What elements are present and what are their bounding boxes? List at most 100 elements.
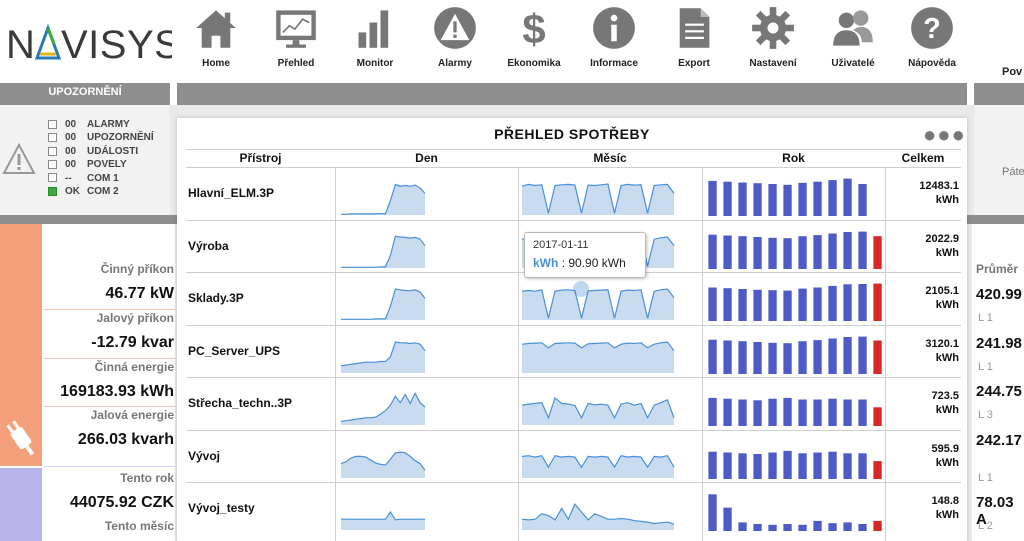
year-bar[interactable] <box>768 524 777 531</box>
column-header-year[interactable]: Rok <box>702 151 885 167</box>
alert-row[interactable]: 00 ALARMY <box>48 119 130 132</box>
year-bar[interactable] <box>873 520 882 531</box>
year-bar[interactable] <box>858 399 867 427</box>
year-bar[interactable] <box>858 184 867 216</box>
month-area-chart[interactable] <box>520 330 676 376</box>
month-area-chart[interactable] <box>520 487 676 533</box>
nav-item-alarmy[interactable]: Alarmy <box>415 0 495 78</box>
nav-item-ekonomika[interactable]: $ Ekonomika <box>494 0 574 78</box>
day-area-chart[interactable] <box>339 225 427 271</box>
year-bar-chart[interactable] <box>705 225 885 270</box>
year-bar[interactable] <box>708 339 717 374</box>
year-bar-chart[interactable] <box>705 435 885 480</box>
year-bar[interactable] <box>843 231 852 269</box>
month-area-chart[interactable] <box>520 382 676 428</box>
column-header-device[interactable]: Přístroj <box>186 151 335 167</box>
year-bar[interactable] <box>798 340 807 374</box>
year-bar-chart[interactable] <box>705 382 885 427</box>
year-bar[interactable] <box>798 235 807 269</box>
year-bar[interactable] <box>843 522 852 531</box>
day-area-chart[interactable] <box>339 382 427 428</box>
nav-item-export[interactable]: Export <box>654 0 734 78</box>
year-bar[interactable] <box>738 235 747 269</box>
year-bar[interactable] <box>768 452 777 479</box>
year-bar-chart[interactable] <box>705 330 885 375</box>
year-bar[interactable] <box>858 231 867 269</box>
year-bar[interactable] <box>723 507 732 531</box>
alert-row[interactable]: -- COM 1 <box>48 173 119 186</box>
year-bar[interactable] <box>798 399 807 427</box>
year-bar[interactable] <box>843 284 852 321</box>
year-bar-chart[interactable] <box>705 487 885 532</box>
year-bar[interactable] <box>738 399 747 427</box>
year-bar[interactable] <box>813 234 822 269</box>
year-bar[interactable] <box>813 181 822 216</box>
year-bar[interactable] <box>753 183 762 216</box>
day-area-chart[interactable] <box>339 435 427 481</box>
nav-item-přehled[interactable]: Přehled <box>256 0 336 78</box>
year-bar[interactable] <box>783 524 792 531</box>
year-bar[interactable] <box>738 522 747 531</box>
navisys-logo[interactable]: N VISYS <box>6 18 181 79</box>
year-bar[interactable] <box>843 452 852 479</box>
year-bar[interactable] <box>813 399 822 427</box>
alert-row[interactable]: 00 UPOZORNĚNÍ <box>48 132 154 145</box>
year-bar[interactable] <box>753 289 762 321</box>
year-bar[interactable] <box>708 287 717 322</box>
day-area-chart[interactable] <box>339 172 427 218</box>
year-bar[interactable] <box>828 398 837 426</box>
year-bar[interactable] <box>753 453 762 479</box>
year-bar[interactable] <box>828 451 837 479</box>
year-bar[interactable] <box>723 340 732 374</box>
year-bar[interactable] <box>783 342 792 374</box>
year-bar[interactable] <box>723 181 732 216</box>
year-bar[interactable] <box>843 178 852 216</box>
year-bar[interactable] <box>723 235 732 269</box>
year-bar[interactable] <box>738 340 747 374</box>
column-header-month[interactable]: Měsíc <box>518 151 702 167</box>
year-bar[interactable] <box>783 184 792 216</box>
alert-row[interactable]: 00 UDÁLOSTI <box>48 146 138 159</box>
year-bar[interactable] <box>798 452 807 479</box>
year-bar[interactable] <box>813 287 822 322</box>
nav-item-home[interactable]: Home <box>176 0 256 78</box>
year-bar[interactable] <box>768 398 777 426</box>
year-bar[interactable] <box>753 236 762 269</box>
column-header-day[interactable]: Den <box>335 151 518 167</box>
year-bar[interactable] <box>753 524 762 531</box>
year-bar[interactable] <box>768 342 777 374</box>
alert-row[interactable]: 00 POVELY <box>48 159 127 172</box>
year-bar[interactable] <box>768 237 777 269</box>
year-bar[interactable] <box>798 524 807 531</box>
year-bar[interactable] <box>858 336 867 374</box>
year-bar[interactable] <box>708 180 717 216</box>
year-bar[interactable] <box>813 452 822 479</box>
year-bar[interactable] <box>738 182 747 217</box>
year-bar[interactable] <box>708 451 717 479</box>
year-bar[interactable] <box>708 397 717 426</box>
year-bar[interactable] <box>858 452 867 479</box>
year-bar-chart[interactable] <box>705 277 885 322</box>
year-bar[interactable] <box>708 234 717 269</box>
year-bar[interactable] <box>828 180 837 216</box>
year-bar[interactable] <box>798 182 807 216</box>
year-bar-chart[interactable] <box>705 172 885 217</box>
year-bar[interactable] <box>783 397 792 426</box>
more-dots-icon[interactable]: ●●● <box>923 122 966 148</box>
year-bar[interactable] <box>708 494 717 531</box>
year-bar[interactable] <box>828 285 837 321</box>
year-bar[interactable] <box>753 400 762 426</box>
day-area-chart[interactable] <box>339 277 427 323</box>
year-bar[interactable] <box>843 399 852 427</box>
year-bar[interactable] <box>783 450 792 479</box>
year-bar[interactable] <box>813 520 822 531</box>
nav-item-nápověda[interactable]: ? Nápověda <box>892 0 972 78</box>
year-bar[interactable] <box>858 284 867 321</box>
year-bar[interactable] <box>798 288 807 321</box>
year-bar[interactable] <box>858 524 867 531</box>
year-bar[interactable] <box>723 452 732 479</box>
day-area-chart[interactable] <box>339 330 427 376</box>
year-bar[interactable] <box>783 237 792 269</box>
year-bar[interactable] <box>753 341 762 374</box>
nav-item-monitor[interactable]: Monitor <box>335 0 415 78</box>
